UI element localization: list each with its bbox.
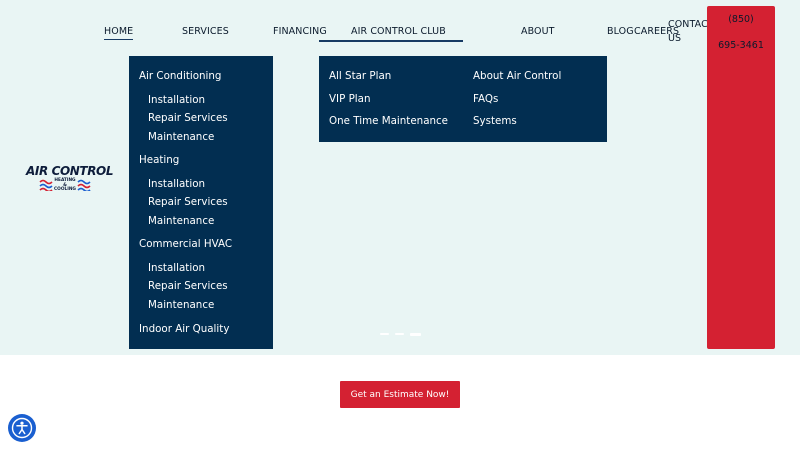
menu-item-heating-maintenance[interactable]: Maintenance (148, 215, 214, 227)
services-dropdown: Air Conditioning Installation Repair Ser… (129, 56, 273, 349)
accessibility-icon (11, 417, 33, 439)
logo-subtitle: HEATING & COOLING (39, 178, 91, 192)
menu-item-faqs[interactable]: FAQs (473, 93, 498, 105)
menu-item-vip-plan[interactable]: VIP Plan (329, 93, 370, 105)
nav-about[interactable]: ABOUT (521, 26, 555, 37)
club-dropdown: All Star Plan VIP Plan One Time Maintena… (319, 56, 607, 142)
menu-item-commercial-maintenance[interactable]: Maintenance (148, 299, 214, 311)
menu-item-heating-repair[interactable]: Repair Services (148, 196, 228, 208)
nav-financing[interactable]: FINANCING (273, 26, 327, 37)
menu-item-ac-maintenance[interactable]: Maintenance (148, 131, 214, 143)
menu-item-commercial-hvac[interactable]: Commercial HVAC (139, 238, 232, 250)
hero-section (0, 0, 800, 355)
nav-services[interactable]: SERVICES (182, 26, 229, 37)
menu-item-commercial-repair[interactable]: Repair Services (148, 280, 228, 292)
nav-air-control-club[interactable]: AIR CONTROL CLUB (351, 26, 446, 37)
logo-title: AIR CONTROL (26, 164, 114, 178)
menu-item-commercial-installation[interactable]: Installation (148, 262, 205, 274)
menu-item-indoor-air-quality[interactable]: Indoor Air Quality (139, 323, 229, 335)
menu-item-ac-installation[interactable]: Installation (148, 94, 205, 106)
slider-dot-active[interactable] (410, 332, 421, 336)
site-logo[interactable]: AIR CONTROL HEATING & COOLING (26, 164, 114, 194)
wave-flag-icon (39, 179, 53, 191)
menu-item-about-air-control[interactable]: About Air Control (473, 70, 561, 82)
menu-item-heating[interactable]: Heating (139, 154, 179, 166)
get-estimate-button[interactable]: Get an Estimate Now! (340, 381, 460, 408)
menu-item-air-conditioning[interactable]: Air Conditioning (139, 70, 221, 82)
menu-item-all-star-plan[interactable]: All Star Plan (329, 70, 391, 82)
slider-dot[interactable] (395, 333, 404, 335)
slider-dot[interactable] (380, 333, 389, 335)
menu-item-one-time-maintenance[interactable]: One Time Maintenance (329, 115, 448, 127)
nav-blog[interactable]: BLOG (607, 26, 634, 37)
menu-item-systems[interactable]: Systems (473, 115, 517, 127)
menu-item-heating-installation[interactable]: Installation (148, 178, 205, 190)
phone-cta[interactable]: (850) 695-3461 (707, 6, 775, 349)
slider-pagination (380, 332, 422, 338)
nav-home[interactable]: HOME (104, 26, 134, 40)
club-active-underline (319, 40, 463, 42)
logo-sub-line2: & COOLING (54, 182, 76, 192)
accessibility-button[interactable] (8, 414, 36, 442)
phone-area-code: (850) (728, 14, 754, 25)
phone-number: 695-3461 (718, 40, 764, 51)
menu-item-ac-repair[interactable]: Repair Services (148, 112, 228, 124)
wave-flag-icon (77, 179, 91, 191)
nav-contact-line2[interactable]: US (668, 33, 681, 44)
